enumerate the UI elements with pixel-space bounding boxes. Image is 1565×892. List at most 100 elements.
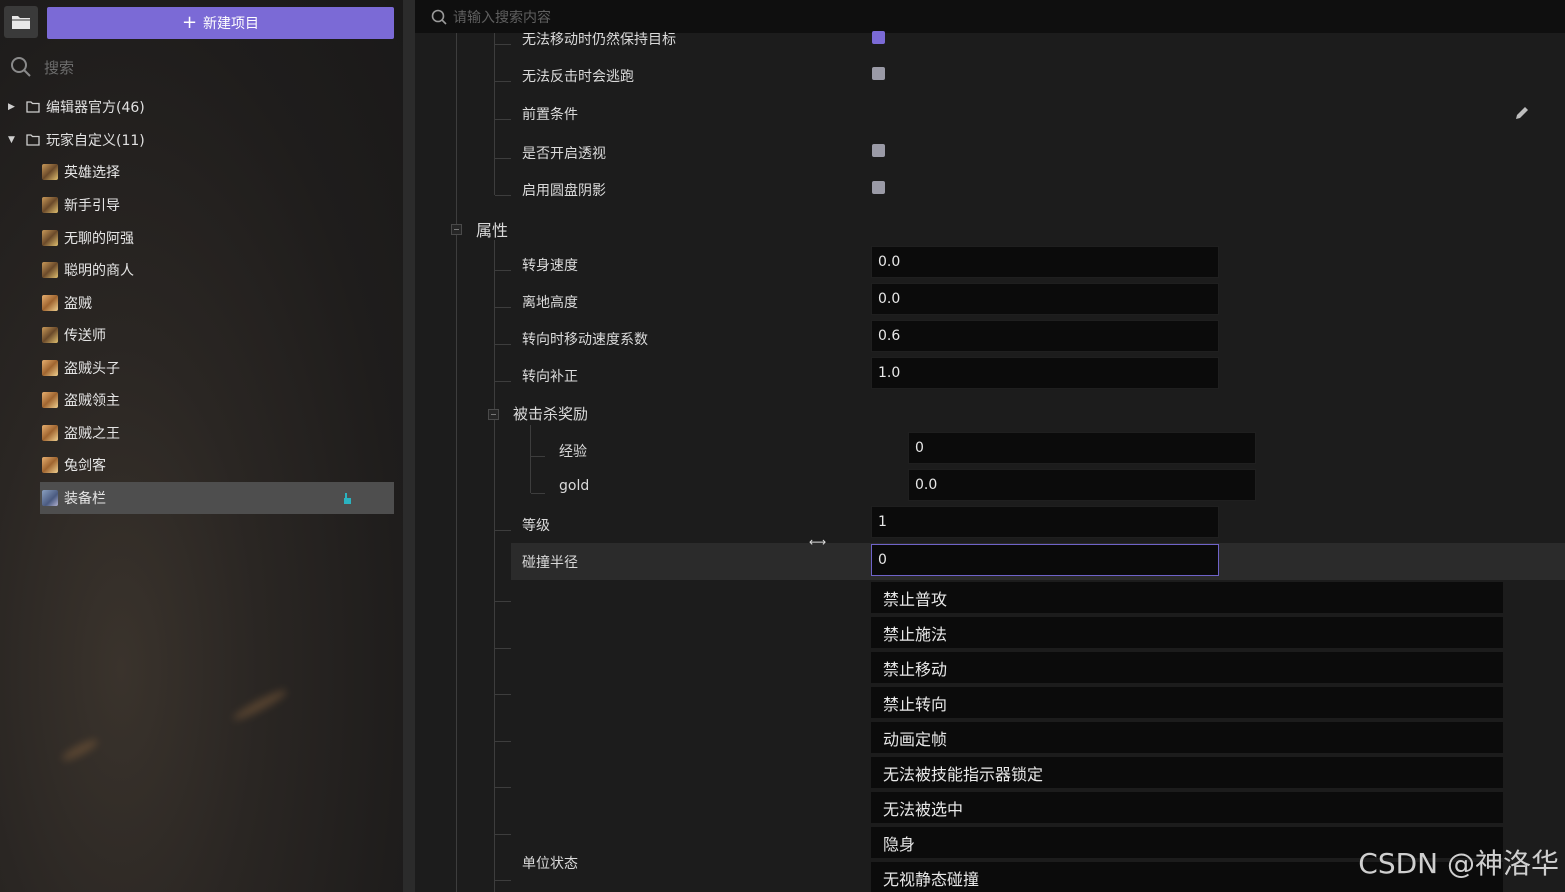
tree-group-official[interactable]: ▶ 编辑器官方(46) bbox=[0, 92, 394, 122]
avatar bbox=[42, 230, 58, 246]
turn-speed-input[interactable]: 0.0 bbox=[871, 246, 1219, 278]
list-item-label: 新手引导 bbox=[64, 198, 120, 214]
unit-state-option[interactable]: 动画定帧 bbox=[871, 722, 1503, 755]
list-item[interactable]: 传送师 bbox=[40, 319, 394, 351]
list-item-label: 传送师 bbox=[64, 328, 106, 344]
folder-icon bbox=[26, 134, 40, 146]
section-kill-reward: 被击杀奖励 bbox=[513, 405, 589, 423]
tree-line bbox=[495, 381, 511, 382]
tree-line bbox=[495, 119, 511, 120]
panel-splitter[interactable] bbox=[403, 0, 415, 892]
tree-group-label: 编辑器官方(46) bbox=[46, 100, 145, 116]
avatar bbox=[42, 262, 58, 278]
unit-state-option[interactable]: 禁止移动 bbox=[871, 652, 1503, 685]
list-item[interactable]: 兔剑客 bbox=[40, 449, 394, 481]
search-icon bbox=[11, 57, 31, 77]
turn-correction-input[interactable]: 1.0 bbox=[871, 357, 1219, 389]
xray-checkbox[interactable] bbox=[872, 144, 885, 157]
keep-target-checkbox[interactable] bbox=[872, 31, 885, 44]
unit-state-option[interactable]: 禁止普攻 bbox=[871, 582, 1503, 615]
tree-line bbox=[531, 493, 545, 494]
background-glow bbox=[59, 736, 101, 764]
list-item[interactable]: 聪明的商人 bbox=[40, 254, 394, 286]
chevron-down-icon[interactable]: ▼ bbox=[8, 135, 18, 145]
list-item[interactable]: 盗贼 bbox=[40, 287, 394, 319]
folder-icon[interactable] bbox=[4, 6, 38, 38]
list-item-label: 兔剑客 bbox=[64, 458, 106, 474]
property-label: 离地高度 bbox=[522, 295, 578, 311]
flee-checkbox[interactable] bbox=[872, 67, 885, 80]
list-item[interactable]: 无聊的阿强 bbox=[40, 222, 394, 254]
tree-line bbox=[495, 694, 511, 695]
tree-line bbox=[530, 425, 531, 493]
unit-state-option[interactable]: 无法被技能指示器锁定 bbox=[871, 757, 1503, 790]
property-label: 启用圆盘阴影 bbox=[522, 183, 606, 199]
level-input[interactable]: 1 bbox=[871, 506, 1219, 538]
avatar bbox=[42, 327, 58, 343]
list-item[interactable]: 盗贼领主 bbox=[40, 384, 394, 416]
sidebar-search[interactable]: 搜索 bbox=[10, 54, 395, 80]
collapse-toggle[interactable] bbox=[488, 409, 499, 420]
pencil-icon[interactable] bbox=[1513, 104, 1531, 122]
search-placeholder: 搜索 bbox=[44, 58, 75, 77]
collapse-toggle[interactable] bbox=[451, 224, 462, 235]
avatar bbox=[42, 392, 58, 408]
list-item-label: 盗贼 bbox=[64, 296, 92, 312]
unit-state-option[interactable]: 禁止转向 bbox=[871, 687, 1503, 720]
property-label: 无法移动时仍然保持目标 bbox=[522, 32, 676, 48]
property-label: 无法反击时会逃跑 bbox=[522, 69, 634, 85]
list-item-label: 聪明的商人 bbox=[64, 263, 134, 279]
collision-radius-input[interactable]: 0 bbox=[871, 544, 1219, 576]
tree-line bbox=[495, 834, 511, 835]
tree-line bbox=[495, 530, 511, 531]
list-item[interactable]: 英雄选择 bbox=[40, 156, 394, 188]
tree-line bbox=[495, 307, 511, 308]
avatar bbox=[42, 197, 58, 213]
property-label: 碰撞半径 bbox=[522, 555, 578, 571]
list-item[interactable]: 新手引导 bbox=[40, 189, 394, 221]
tree-line bbox=[495, 44, 511, 45]
disc-shadow-checkbox[interactable] bbox=[872, 181, 885, 194]
tree-line bbox=[494, 33, 495, 195]
chevron-right-icon[interactable]: ▶ bbox=[8, 102, 18, 112]
exp-reward-input[interactable]: 0 bbox=[908, 432, 1256, 464]
tree-line bbox=[494, 240, 495, 892]
unit-state-option[interactable]: 禁止施法 bbox=[871, 617, 1503, 650]
list-item-label: 装备栏 bbox=[64, 491, 106, 507]
list-item[interactable]: 盗贼之王 bbox=[40, 417, 394, 449]
tree-line bbox=[495, 344, 511, 345]
tree-line bbox=[495, 158, 511, 159]
property-label: gold bbox=[559, 478, 590, 494]
avatar bbox=[42, 425, 58, 441]
gold-reward-input[interactable]: 0.0 bbox=[908, 469, 1256, 501]
property-label: 转向时移动速度系数 bbox=[522, 332, 648, 348]
background-glow bbox=[231, 686, 289, 724]
tree-line bbox=[495, 648, 511, 649]
new-project-label: 新建项目 bbox=[203, 16, 260, 32]
tree-line bbox=[495, 195, 511, 196]
search-placeholder: 请输入搜索内容 bbox=[453, 9, 551, 26]
avatar bbox=[42, 457, 58, 473]
tree-line bbox=[531, 456, 545, 457]
property-label: 转身速度 bbox=[522, 258, 578, 274]
properties-panel: 请输入搜索内容 无法移动时仍然保持目标 无法反击时会逃跑 前置条件 是否开启透视… bbox=[415, 0, 1565, 892]
tree-line bbox=[456, 33, 457, 892]
list-item-label: 盗贼之王 bbox=[64, 426, 120, 442]
list-item-selected[interactable]: 装备栏 bbox=[40, 482, 394, 514]
ground-height-input[interactable]: 0.0 bbox=[871, 283, 1219, 315]
folder-icon bbox=[26, 101, 40, 113]
project-sidebar: + 新建项目 搜索 ▶ 编辑器官方(46) ▼ 玩家自定义(11) 英雄选择 新… bbox=[0, 0, 403, 892]
section-attributes: 属性 bbox=[476, 221, 509, 240]
watermark: CSDN @神洛华 bbox=[1358, 847, 1559, 880]
avatar bbox=[42, 360, 58, 376]
property-label: 转向补正 bbox=[522, 369, 578, 385]
unit-state-option[interactable]: 无法被选中 bbox=[871, 792, 1503, 825]
tree-group-custom[interactable]: ▼ 玩家自定义(11) bbox=[0, 125, 394, 155]
turn-move-speed-input[interactable]: 0.6 bbox=[871, 320, 1219, 352]
tree-line bbox=[495, 880, 511, 881]
new-project-button[interactable]: + 新建项目 bbox=[47, 7, 394, 39]
tree-line bbox=[495, 787, 511, 788]
tree-line bbox=[495, 601, 511, 602]
plus-icon: + bbox=[181, 12, 198, 33]
list-item[interactable]: 盗贼头子 bbox=[40, 352, 394, 384]
